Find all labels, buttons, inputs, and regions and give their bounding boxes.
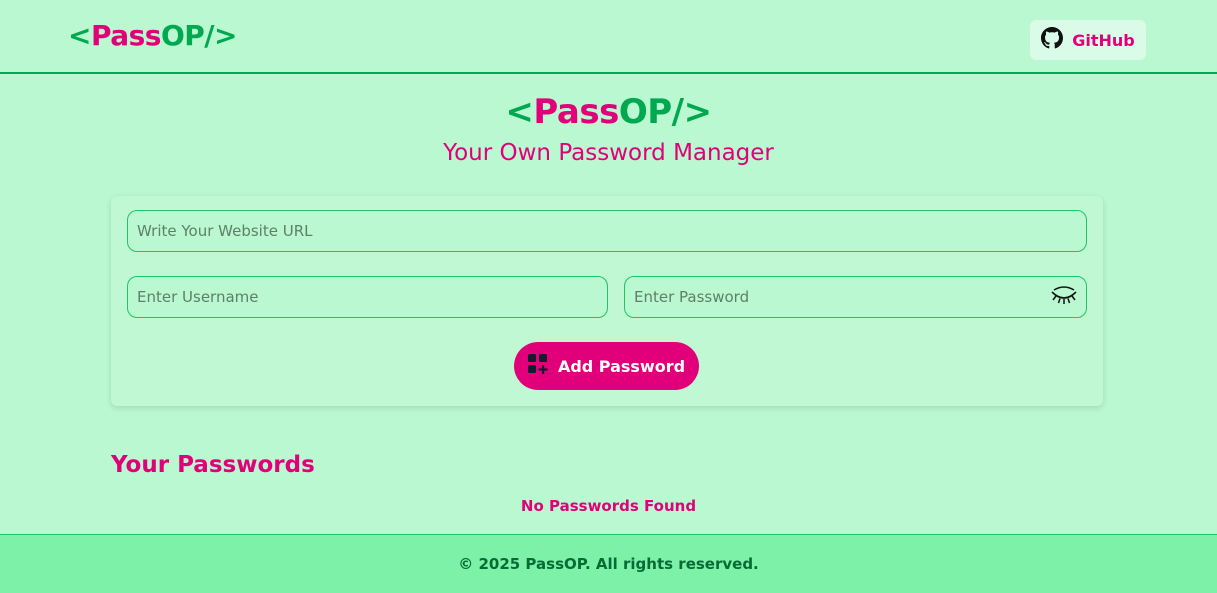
password-field — [624, 276, 1087, 318]
logo-bracket: < — [505, 92, 534, 132]
github-button[interactable]: GitHub — [1030, 20, 1146, 60]
add-password-button[interactable]: Add Password — [514, 342, 699, 390]
username-input[interactable] — [137, 288, 598, 306]
password-input[interactable] — [634, 288, 1042, 306]
navbar: < Pass OP/> GitHub — [0, 0, 1217, 74]
website-url-input[interactable] — [137, 222, 1077, 240]
eye-closed-icon[interactable] — [1050, 285, 1078, 309]
github-icon — [1041, 27, 1064, 53]
footer: © 2025 PassOP. All rights reserved. — [0, 534, 1217, 593]
password-form-card: Add Password — [111, 196, 1103, 406]
passwords-section-title: Your Passwords — [111, 452, 315, 478]
username-field — [127, 276, 608, 318]
empty-passwords-message: No Passwords Found — [520, 497, 697, 515]
logo-bracket: < — [68, 19, 91, 52]
nav-logo[interactable]: < Pass OP/> — [68, 19, 237, 52]
github-label: GitHub — [1072, 30, 1135, 50]
logo-op: OP/> — [618, 92, 712, 132]
website-url-field — [127, 210, 1087, 252]
hero-logo: < Pass OP/> — [0, 92, 1217, 132]
logo-pass: Pass — [533, 92, 619, 132]
footer-copyright: © 2025 PassOP. All rights reserved. — [458, 555, 759, 573]
add-password-label: Add Password — [557, 356, 686, 376]
logo-op: OP/> — [160, 19, 238, 52]
logo-pass: Pass — [90, 19, 162, 52]
add-grid-icon — [527, 354, 548, 378]
page-subtitle: Your Own Password Manager — [443, 140, 774, 166]
